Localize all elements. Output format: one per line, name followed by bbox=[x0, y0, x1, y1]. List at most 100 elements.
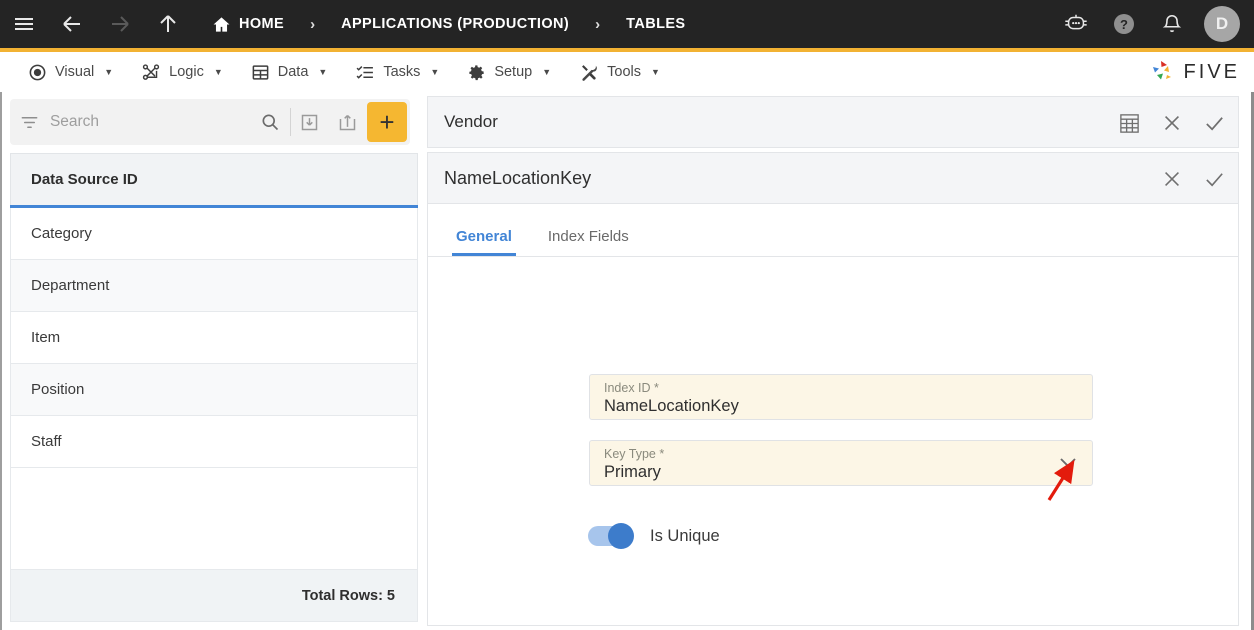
avatar-initial: D bbox=[1215, 14, 1229, 33]
top-navigation-bar: HOME › APPLICATIONS (PRODUCTION) › TABLE… bbox=[0, 0, 1254, 48]
chevron-down-icon: ▼ bbox=[651, 67, 660, 77]
list-item-label: Department bbox=[31, 277, 110, 294]
svg-text:?: ? bbox=[1120, 17, 1128, 32]
search-input[interactable] bbox=[49, 113, 250, 131]
data-sources-panel: + Data Source ID Category Department Ite… bbox=[2, 92, 418, 630]
breadcrumb-applications[interactable]: APPLICATIONS (PRODUCTION) bbox=[337, 0, 573, 48]
eye-icon bbox=[28, 63, 47, 82]
key-type-label: Key Type * bbox=[604, 447, 665, 461]
import-icon[interactable] bbox=[291, 99, 329, 145]
table-header-actions bbox=[1118, 97, 1226, 149]
list-item-label: Category bbox=[31, 225, 92, 242]
brand-logo: FIVE bbox=[1147, 52, 1240, 92]
list-item-label: Position bbox=[31, 381, 85, 398]
list-item[interactable]: Item bbox=[10, 312, 418, 364]
save-icon[interactable] bbox=[1203, 112, 1226, 135]
toggle-knob bbox=[608, 523, 634, 549]
key-type-value: Primary bbox=[604, 463, 661, 481]
index-header-actions bbox=[1161, 153, 1226, 205]
list-item[interactable]: Position bbox=[10, 364, 418, 416]
back-arrow-icon[interactable] bbox=[48, 0, 96, 48]
index-title: NameLocationKey bbox=[444, 167, 592, 188]
chevron-down-icon: ▼ bbox=[104, 67, 114, 77]
chevron-down-icon: ▼ bbox=[213, 67, 223, 77]
list-empty-space bbox=[10, 468, 418, 570]
brand-wordmark: FIVE bbox=[1183, 60, 1240, 83]
menu-setup[interactable]: Setup ▼ bbox=[453, 52, 565, 92]
is-unique-row: Is Unique bbox=[588, 523, 720, 549]
total-rows-label: Total Rows: 5 bbox=[301, 587, 395, 604]
list-item[interactable]: Department bbox=[10, 260, 418, 312]
menu-tasks[interactable]: Tasks ▼ bbox=[341, 52, 453, 92]
record-detail-panel: Vendor NameLocationKey General Index Fie… bbox=[427, 92, 1243, 630]
tab-index-fields[interactable]: Index Fields bbox=[544, 228, 633, 256]
body-area: + Data Source ID Category Department Ite… bbox=[0, 92, 1254, 630]
table-icon bbox=[251, 63, 270, 82]
topbar-right-group: ? D bbox=[1054, 0, 1246, 48]
list-column-header[interactable]: Data Source ID bbox=[10, 153, 418, 205]
breadcrumb-tables-label: TABLES bbox=[626, 16, 686, 32]
tools-icon bbox=[579, 63, 599, 82]
list-column-header-label: Data Source ID bbox=[31, 171, 138, 188]
menu-logic[interactable]: Logic ▼ bbox=[127, 52, 237, 92]
is-unique-toggle[interactable] bbox=[588, 523, 634, 549]
add-record-label: + bbox=[379, 107, 395, 137]
notifications-bell-icon[interactable] bbox=[1150, 0, 1194, 48]
breadcrumb-separator-2: › bbox=[595, 15, 601, 33]
close-icon[interactable] bbox=[1161, 168, 1183, 190]
help-icon[interactable]: ? bbox=[1102, 0, 1146, 48]
search-icon[interactable] bbox=[250, 112, 290, 132]
up-arrow-icon[interactable] bbox=[144, 0, 192, 48]
chevron-down-icon: ▼ bbox=[318, 67, 328, 77]
list-item-label: Item bbox=[31, 329, 61, 346]
forward-arrow-icon[interactable] bbox=[96, 0, 144, 48]
key-type-dropdown[interactable]: Key Type * Primary bbox=[589, 440, 1093, 486]
index-id-label: Index ID * bbox=[604, 381, 659, 395]
index-form-pane: General Index Fields Index ID * NameLoca… bbox=[427, 204, 1239, 626]
hamburger-menu-icon[interactable] bbox=[0, 0, 48, 48]
chevron-down-icon: ▼ bbox=[430, 67, 440, 77]
grid-view-icon[interactable] bbox=[1118, 112, 1141, 135]
list-footer: Total Rows: 5 bbox=[10, 570, 418, 622]
topbar-left-group: HOME › APPLICATIONS (PRODUCTION) › TABLE… bbox=[0, 0, 689, 48]
application-window: HOME › APPLICATIONS (PRODUCTION) › TABLE… bbox=[0, 0, 1254, 630]
menu-setup-label: Setup bbox=[494, 64, 533, 80]
export-icon[interactable] bbox=[329, 99, 367, 145]
filter-icon[interactable] bbox=[10, 113, 50, 132]
menu-visual[interactable]: Visual ▼ bbox=[14, 52, 127, 92]
breadcrumb-separator-1: › bbox=[310, 15, 316, 33]
menu-data[interactable]: Data ▼ bbox=[237, 52, 342, 92]
gear-icon bbox=[467, 63, 486, 82]
search-toolbar: + bbox=[10, 99, 410, 145]
list-item[interactable]: Category bbox=[10, 208, 418, 260]
menu-data-label: Data bbox=[277, 64, 309, 80]
tab-general[interactable]: General bbox=[452, 228, 516, 256]
menu-tasks-label: Tasks bbox=[383, 64, 421, 80]
user-avatar[interactable]: D bbox=[1204, 6, 1240, 42]
nodes-icon bbox=[141, 63, 161, 82]
breadcrumb-home-label: HOME bbox=[239, 16, 285, 32]
save-icon[interactable] bbox=[1203, 168, 1226, 191]
home-icon bbox=[212, 15, 231, 34]
menu-logic-label: Logic bbox=[169, 64, 204, 80]
data-source-list: Category Department Item Position Staff … bbox=[10, 208, 418, 630]
menu-visual-label: Visual bbox=[55, 64, 95, 80]
table-header-card: Vendor bbox=[427, 96, 1239, 148]
add-record-button[interactable]: + bbox=[367, 102, 407, 142]
is-unique-label: Is Unique bbox=[650, 526, 720, 545]
chevron-down-icon[interactable] bbox=[1058, 455, 1078, 474]
breadcrumb-tables[interactable]: TABLES bbox=[622, 0, 689, 48]
close-icon[interactable] bbox=[1161, 112, 1183, 134]
index-id-value: NameLocationKey bbox=[604, 397, 739, 415]
chatbot-icon[interactable] bbox=[1054, 0, 1098, 48]
form-tabs: General Index Fields bbox=[428, 204, 1238, 257]
index-id-field[interactable]: Index ID * NameLocationKey bbox=[589, 374, 1093, 420]
main-menu-bar: Visual ▼ Logic ▼ Data ▼ Tasks ▼ Setup ▼ … bbox=[0, 52, 1254, 92]
five-pinwheel-icon bbox=[1152, 61, 1171, 80]
index-header-card: NameLocationKey bbox=[427, 152, 1239, 204]
checklist-icon bbox=[355, 63, 375, 82]
breadcrumb-home[interactable]: HOME bbox=[208, 0, 288, 48]
list-item[interactable]: Staff bbox=[10, 416, 418, 468]
menu-tools[interactable]: Tools ▼ bbox=[565, 52, 674, 92]
menu-tools-label: Tools bbox=[607, 64, 641, 80]
